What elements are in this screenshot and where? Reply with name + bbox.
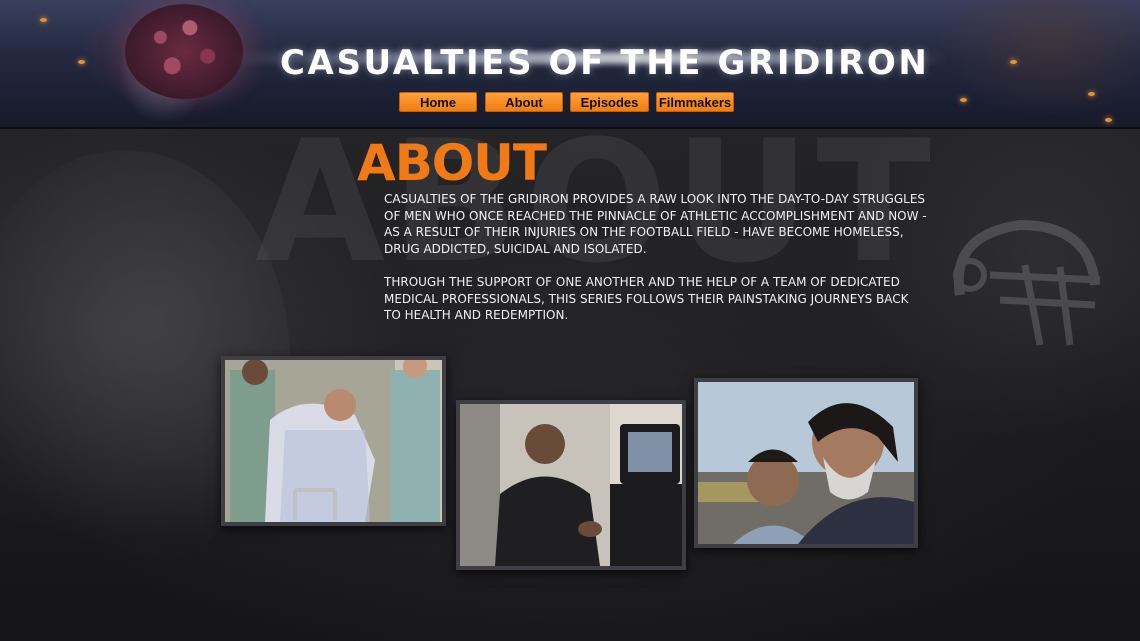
about-paragraph: THROUGH THE SUPPORT OF ONE ANOTHER AND T…: [384, 275, 909, 322]
ember-spark: [40, 18, 47, 22]
two-men-scene-image: [698, 382, 914, 544]
ember-spark: [1010, 60, 1017, 64]
nav-about-button[interactable]: About: [485, 92, 563, 112]
photo-hospital: [221, 356, 446, 526]
site-title: CASUALTIES OF THE GRIDIRON: [280, 43, 930, 83]
nav-filmmakers-button[interactable]: Filmmakers: [656, 92, 734, 112]
ember-spark: [78, 60, 85, 64]
football-helmet-icon: [953, 219, 1101, 346]
main-nav: Home About Episodes Filmmakers: [0, 92, 1140, 112]
ember-spark: [1105, 118, 1112, 122]
about-paragraph: CASUALTIES OF THE GRIDIRON PROVIDES A RA…: [384, 192, 927, 256]
photo-interview: [456, 400, 686, 570]
interview-scene-image: [460, 404, 682, 566]
nav-episodes-button[interactable]: Episodes: [570, 92, 649, 112]
brain-graphic: [125, 4, 243, 99]
page-title: ABOUT: [357, 134, 547, 192]
nav-home-button[interactable]: Home: [399, 92, 477, 112]
photo-two-men: [694, 378, 918, 548]
hospital-scene-image: [225, 360, 442, 522]
site-header: CASUALTIES OF THE GRIDIRON Home About Ep…: [0, 0, 1140, 129]
